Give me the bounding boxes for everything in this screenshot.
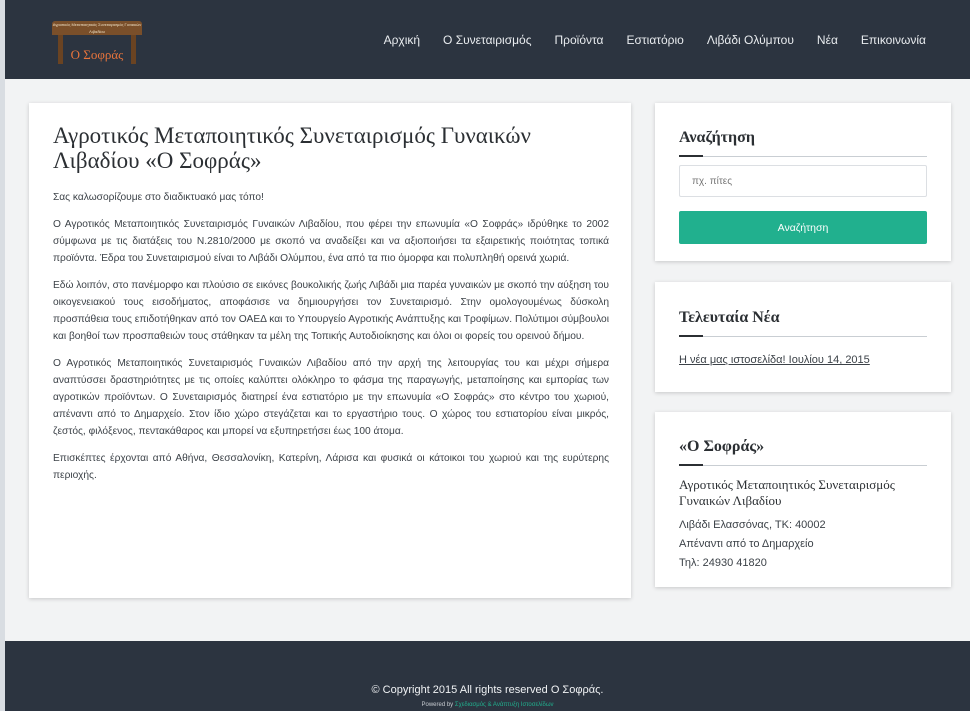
contact-phone: Τηλ: 24930 41820 xyxy=(679,557,767,569)
divider-accent xyxy=(679,155,703,157)
powered-by-link[interactable]: Σχεδιασμός & Ανάπτυξη Ιστοσελίδων xyxy=(455,702,554,708)
news-item-link[interactable]: Η νέα μας ιστοσελίδα! Ιουλίου 14, 2015 xyxy=(679,354,870,366)
latest-news-title: Τελευταία Νέα xyxy=(679,309,780,326)
powered-by-label: Powered by xyxy=(421,702,454,708)
contact-location: Απέναντι από το Δημαρχείο xyxy=(679,538,814,550)
contact-widget-title: «Ο Σοφράς» xyxy=(679,438,765,455)
search-button[interactable]: Αναζήτηση xyxy=(679,211,927,244)
divider-accent xyxy=(679,464,703,466)
main-content-card: Αγροτικός Μεταποιητικός Συνεταιρισμός Γυ… xyxy=(29,103,631,598)
article-paragraph: Ο Αγροτικός Μεταποιητικός Συνεταιρισμός … xyxy=(53,219,609,264)
article-paragraph: Επισκέπτες έρχονται από Αθήνα, Θεσσαλονί… xyxy=(53,453,609,481)
logo-sign-board: Αγροτικός Μεταποιητικός Συνεταιρισμός Γυ… xyxy=(52,21,142,35)
nav-item-home[interactable]: Αρχική xyxy=(384,33,420,47)
welcome-paragraph: Σας καλωσορίζουμε στο διαδικτυακό μας τό… xyxy=(53,192,264,203)
divider-accent xyxy=(679,335,703,337)
nav-item-products[interactable]: Προϊόντα xyxy=(554,33,603,47)
nav-item-cooperative[interactable]: Ο Συνεταιρισμός xyxy=(443,33,531,47)
site-header: Αγροτικός Μεταποιητικός Συνεταιρισμός Γυ… xyxy=(5,0,970,79)
divider xyxy=(679,156,927,157)
contact-widget: «Ο Σοφράς» Αγροτικός Μεταποιητικός Συνετ… xyxy=(655,412,951,587)
search-widget-title: Αναζήτηση xyxy=(679,129,755,146)
main-nav: Αρχική Ο Συνεταιρισμός Προϊόντα Εστιατόρ… xyxy=(361,33,926,47)
article-paragraph: Εδώ λοιπόν, στο πανέμορφο και πλούσιο σε… xyxy=(53,280,609,342)
contact-address: Λιβάδι Ελασσόνας, ΤΚ: 40002 xyxy=(679,519,826,531)
powered-by: Powered by Σχεδιασμός & Ανάπτυξη Ιστοσελ… xyxy=(5,702,970,708)
nav-item-livadi-olympou[interactable]: Λιβάδι Ολύμπου xyxy=(707,33,794,47)
page-title: Αγροτικός Μεταποιητικός Συνεταιρισμός Γυ… xyxy=(53,123,531,173)
contact-organization: Αγροτικός Μεταποιητικός Συνεταιρισμός Γυ… xyxy=(679,477,895,508)
article-paragraph: Ο Αγροτικός Μεταποιητικός Συνεταιρισμός … xyxy=(53,358,609,437)
nav-item-contact[interactable]: Επικοινωνία xyxy=(861,33,926,47)
article-body: Σας καλωσορίζουμε στο διαδικτυακό μας τό… xyxy=(53,189,609,494)
site-footer: © Copyright 2015 All rights reserved Ο Σ… xyxy=(5,641,970,711)
latest-news-widget: Τελευταία Νέα Η νέα μας ιστοσελίδα! Ιουλ… xyxy=(655,282,951,392)
page: Αγροτικός Μεταποιητικός Συνεταιρισμός Γυ… xyxy=(5,0,970,711)
nav-item-restaurant[interactable]: Εστιατόριο xyxy=(627,33,684,47)
search-input[interactable] xyxy=(679,165,927,197)
logo-name: Ο Σοφράς xyxy=(70,47,124,62)
nav-item-news[interactable]: Νέα xyxy=(817,33,838,47)
copyright-text: © Copyright 2015 All rights reserved Ο Σ… xyxy=(371,684,604,696)
site-logo[interactable]: Αγροτικός Μεταποιητικός Συνεταιρισμός Γυ… xyxy=(52,21,142,64)
search-widget: Αναζήτηση Αναζήτηση xyxy=(655,103,951,261)
divider xyxy=(679,336,927,337)
divider xyxy=(679,465,927,466)
